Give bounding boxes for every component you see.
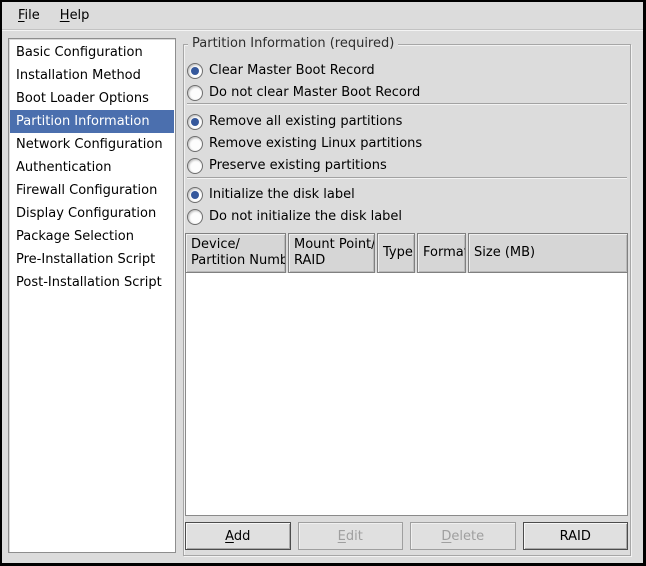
add-button[interactable]: Add [185, 522, 291, 550]
sidebar-item-boot-loader-options[interactable]: Boot Loader Options [10, 87, 174, 110]
separator [187, 177, 627, 178]
radio-selected-icon [187, 187, 203, 203]
sidebar-item-pre-installation-script[interactable]: Pre-Installation Script [10, 248, 174, 271]
delete-button: Delete [410, 522, 516, 550]
column-header-format[interactable]: Format [417, 233, 466, 273]
radio-unselected-icon [187, 158, 203, 174]
radio-unselected-icon [187, 85, 203, 101]
column-header-mount-point[interactable]: Mount Point/ RAID [288, 233, 375, 273]
sidebar-item-basic-configuration[interactable]: Basic Configuration [10, 41, 174, 64]
sidebar-item-authentication[interactable]: Authentication [10, 156, 174, 179]
sidebar-item-partition-information[interactable]: Partition Information [10, 110, 174, 133]
raid-button[interactable]: RAID [523, 522, 629, 550]
column-header-device[interactable]: Device/ Partition Number [185, 233, 286, 273]
sidebar-item-installation-method[interactable]: Installation Method [10, 64, 174, 87]
radio-no-clear-mbr[interactable]: Do not clear Master Boot Record [187, 84, 420, 101]
button-row: Add Edit Delete RAID [185, 522, 628, 550]
frame-title: Partition Information (required) [188, 36, 398, 51]
radio-initialize-disk-label-label: Initialize the disk label [209, 187, 355, 202]
column-header-size[interactable]: Size (MB) [468, 233, 628, 273]
sidebar-item-display-configuration[interactable]: Display Configuration [10, 202, 174, 225]
radio-selected-icon [187, 63, 203, 79]
sidebar-item-network-configuration[interactable]: Network Configuration [10, 133, 174, 156]
column-header-type[interactable]: Type [377, 233, 415, 273]
partition-table: Device/ Partition Number Mount Point/ RA… [185, 233, 628, 516]
menubar: File Help [2, 2, 643, 30]
radio-remove-linux-partitions-label: Remove existing Linux partitions [209, 136, 422, 151]
menu-help-label: elp [70, 8, 90, 23]
radio-unselected-icon [187, 209, 203, 225]
separator [187, 103, 627, 104]
menu-help-mnemonic: H [60, 8, 70, 23]
radio-initialize-disk-label[interactable]: Initialize the disk label [187, 186, 355, 203]
partition-information-frame: Partition Information (required) Clear M… [183, 44, 631, 556]
radio-preserve-partitions[interactable]: Preserve existing partitions [187, 157, 387, 174]
sidebar-item-package-selection[interactable]: Package Selection [10, 225, 174, 248]
menu-file[interactable]: File [8, 4, 50, 27]
radio-remove-linux-partitions[interactable]: Remove existing Linux partitions [187, 135, 422, 152]
partition-table-body[interactable] [185, 273, 628, 516]
radio-no-initialize-disk-label[interactable]: Do not initialize the disk label [187, 208, 402, 225]
sidebar-item-firewall-configuration[interactable]: Firewall Configuration [10, 179, 174, 202]
radio-selected-icon [187, 114, 203, 130]
radio-no-clear-mbr-label: Do not clear Master Boot Record [209, 85, 420, 100]
edit-button: Edit [298, 522, 404, 550]
radio-preserve-partitions-label: Preserve existing partitions [209, 158, 387, 173]
menu-help[interactable]: Help [50, 4, 100, 27]
menu-file-label: ile [25, 8, 40, 23]
radio-clear-mbr[interactable]: Clear Master Boot Record [187, 62, 375, 79]
radio-no-initialize-disk-label-label: Do not initialize the disk label [209, 209, 402, 224]
radio-remove-all-partitions[interactable]: Remove all existing partitions [187, 113, 402, 130]
sidebar-item-post-installation-script[interactable]: Post-Installation Script [10, 271, 174, 294]
kickstart-configurator-window: File Help Basic Configuration Installati… [0, 0, 646, 566]
radio-clear-mbr-label: Clear Master Boot Record [209, 63, 375, 78]
radio-remove-all-partitions-label: Remove all existing partitions [209, 114, 402, 129]
radio-unselected-icon [187, 136, 203, 152]
section-list: Basic Configuration Installation Method … [8, 38, 176, 553]
partition-table-header: Device/ Partition Number Mount Point/ RA… [185, 233, 628, 273]
